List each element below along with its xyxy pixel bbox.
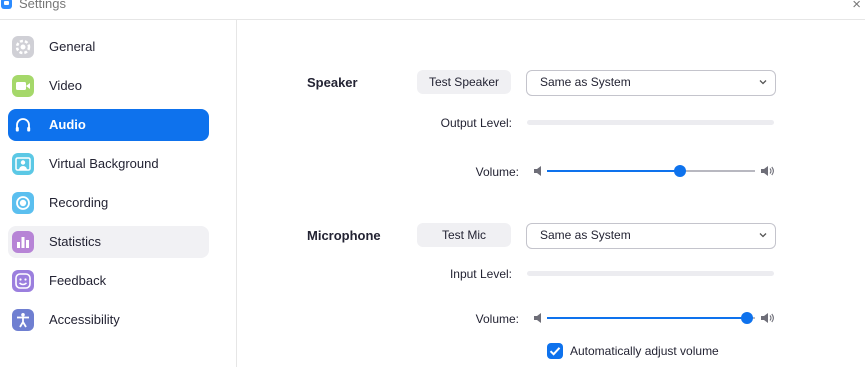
close-icon[interactable]: × (852, 0, 861, 13)
sidebar-item-label: Video (49, 78, 83, 93)
speaker-device-value: Same as System (540, 75, 631, 89)
sidebar-item-recording[interactable]: Recording (8, 187, 209, 219)
speaker-volume-slider[interactable] (547, 164, 755, 178)
speaker-low-icon (534, 166, 541, 176)
sidebar-item-label: Audio (49, 117, 86, 132)
input-level-label: Input Level: (449, 267, 512, 281)
chevron-down-icon (759, 80, 767, 85)
sidebar-item-statistics[interactable]: Statistics (8, 226, 209, 258)
microphone-volume-slider[interactable] (547, 311, 755, 325)
video-camera-icon (12, 75, 34, 97)
test-speaker-button[interactable]: Test Speaker (417, 70, 511, 94)
sidebar-item-label: Statistics (49, 234, 102, 249)
headphones-icon (12, 114, 34, 136)
window-title: Settings (19, 0, 66, 11)
auto-adjust-volume-label[interactable]: Automatically adjust volume (570, 344, 719, 358)
output-level-label: Output Level: (440, 116, 512, 130)
slider-thumb[interactable] (740, 312, 753, 324)
sidebar-item-label: Feedback (49, 273, 107, 288)
microphone-volume-label: Volume: (475, 312, 519, 326)
person-background-icon (12, 153, 34, 175)
sidebar-item-label: Recording (49, 195, 109, 210)
gear-icon (12, 36, 34, 58)
zoom-icon (1, 0, 12, 9)
sidebar-item-video[interactable]: Video (8, 70, 209, 102)
checkmark-icon (549, 347, 561, 356)
microphone-device-select[interactable]: Same as System (526, 223, 776, 249)
microphone-device-value: Same as System (540, 228, 631, 242)
sidebar-item-label: Virtual Background (49, 156, 159, 171)
input-level-meter (527, 271, 774, 276)
speaker-high-icon (761, 313, 774, 323)
sidebar-item-accessibility[interactable]: Accessibility (8, 304, 209, 336)
slider-fill (547, 170, 681, 172)
sidebar-item-general[interactable]: General (8, 31, 209, 63)
chevron-down-icon (759, 233, 767, 238)
output-level-meter (527, 120, 774, 125)
slider-thumb[interactable] (674, 165, 687, 177)
speaker-label: Speaker (307, 75, 358, 90)
sidebar-item-label: Accessibility (49, 312, 120, 327)
speaker-low-icon (534, 313, 541, 323)
sidebar-item-virtual-background[interactable]: Virtual Background (8, 148, 209, 180)
speaker-volume-label: Volume: (475, 165, 519, 179)
record-icon (12, 192, 34, 214)
auto-adjust-volume-checkbox[interactable] (547, 343, 563, 359)
microphone-label: Microphone (307, 228, 381, 243)
speaker-high-icon (761, 166, 774, 176)
bar-chart-icon (12, 231, 34, 253)
settings-sidebar: General Video Audio Virtual Background R… (0, 20, 237, 367)
smiley-icon (12, 270, 34, 292)
test-mic-button[interactable]: Test Mic (417, 223, 511, 247)
slider-fill (547, 317, 747, 319)
speaker-device-select[interactable]: Same as System (526, 70, 776, 96)
sidebar-item-audio[interactable]: Audio (8, 109, 209, 141)
title-bar: Settings × (0, 0, 865, 20)
sidebar-item-feedback[interactable]: Feedback (8, 265, 209, 297)
accessibility-icon (12, 309, 34, 331)
sidebar-item-label: General (49, 39, 96, 54)
